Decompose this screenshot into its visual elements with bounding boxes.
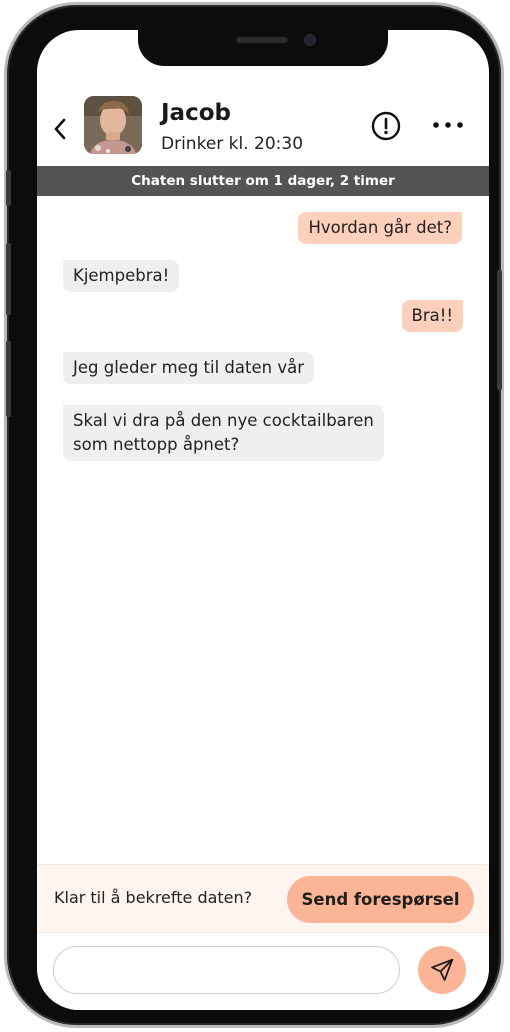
message-text: Jeg gleder meg til daten vår	[73, 358, 304, 377]
chevron-left-icon	[54, 118, 66, 140]
volume-up-button	[6, 243, 11, 315]
send-icon	[431, 958, 454, 981]
send-request-button[interactable]: Send forespørsel	[287, 876, 474, 923]
phone-frame: Jacob Drinker kl. 20:30 Chaten slutter o…	[4, 2, 504, 1028]
volume-down-button	[6, 341, 11, 417]
send-message-button[interactable]	[418, 946, 466, 994]
speaker	[236, 37, 288, 43]
screen: Jacob Drinker kl. 20:30 Chaten slutter o…	[37, 30, 489, 1010]
more-horizontal-icon	[433, 122, 463, 128]
mute-switch	[6, 170, 11, 206]
message-text-line: Skal vi dra på den nye cocktailbaren	[73, 411, 374, 430]
message-input[interactable]	[53, 946, 400, 994]
camera	[304, 34, 316, 46]
report-button[interactable]	[371, 111, 401, 141]
chat-header: Jacob Drinker kl. 20:30	[37, 90, 489, 166]
message-bubble-incoming: Jeg gleder meg til daten vår	[63, 352, 314, 384]
date-subtitle: Drinker kl. 20:30	[161, 134, 304, 154]
composer	[37, 932, 489, 1010]
avatar[interactable]	[84, 96, 142, 154]
confirm-prompt: Klar til å bekrefte daten?	[54, 888, 253, 907]
more-options-button[interactable]	[431, 117, 465, 133]
notch	[138, 30, 388, 66]
power-button	[497, 270, 502, 390]
alert-circle-icon	[371, 111, 401, 141]
avatar-photo	[84, 96, 142, 154]
message-bubble-incoming: Kjempebra!	[63, 260, 180, 292]
message-bubble-incoming: Skal vi dra på den nye cocktailbaren som…	[63, 405, 384, 461]
message-bubble-outgoing: Bra!!	[401, 300, 463, 332]
confirm-date-bar: Klar til å bekrefte daten? Send forespør…	[37, 864, 489, 932]
chat-expiry-banner: Chaten slutter om 1 dager, 2 timer	[37, 166, 489, 196]
message-text: Bra!!	[411, 306, 453, 325]
message-text-line: som nettopp åpnet?	[73, 435, 240, 454]
message-text: Kjempebra!	[73, 266, 170, 285]
contact-name: Jacob	[161, 100, 231, 126]
message-bubble-outgoing: Hvordan går det?	[298, 212, 462, 244]
message-text: Hvordan går det?	[308, 218, 452, 237]
banner-text: Chaten slutter om 1 dager, 2 timer	[131, 173, 395, 189]
back-button[interactable]	[49, 115, 71, 143]
